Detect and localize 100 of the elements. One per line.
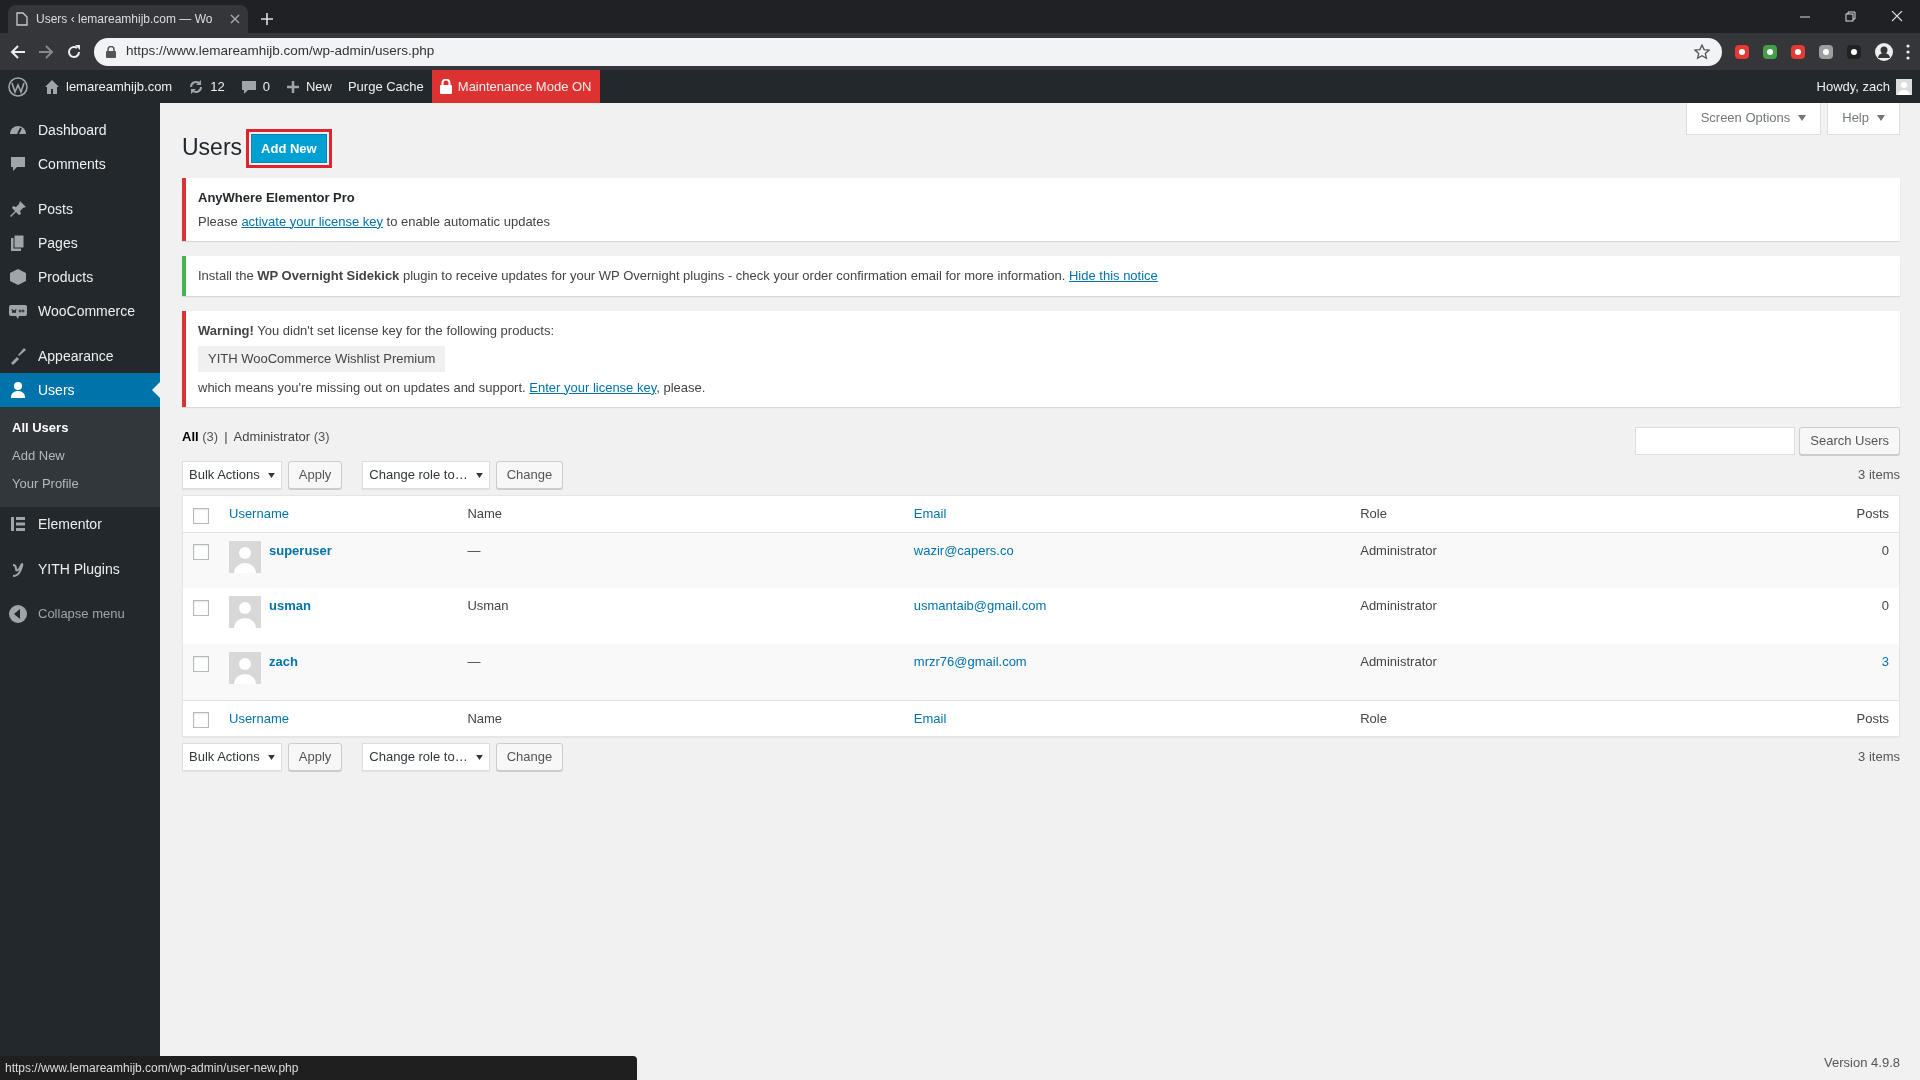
role-select[interactable]: Change role to… bbox=[362, 743, 490, 772]
lock-icon bbox=[106, 45, 116, 58]
filter-link[interactable]: All (3) bbox=[182, 427, 219, 447]
account-link[interactable]: Howdy, zach bbox=[1808, 70, 1920, 103]
bulk-actions-select[interactable]: Bulk Actions bbox=[182, 461, 282, 489]
change-button[interactable]: Change bbox=[495, 461, 564, 489]
avatar-icon bbox=[229, 596, 261, 629]
extension-icon[interactable] bbox=[1762, 43, 1778, 60]
apply-button[interactable]: Apply bbox=[287, 743, 343, 772]
extension-icon[interactable] bbox=[1846, 43, 1862, 60]
role-text: Administrator bbox=[1360, 542, 1437, 558]
close-icon[interactable] bbox=[230, 14, 240, 24]
maintenance-link[interactable]: Maintenance Mode ON bbox=[431, 70, 600, 103]
name-text: — bbox=[467, 542, 481, 558]
sidebar-item[interactable]: Products bbox=[0, 260, 160, 294]
sidebar-item[interactable]: Elementor bbox=[0, 507, 160, 541]
caret-icon bbox=[267, 754, 275, 760]
avatar-icon bbox=[229, 540, 261, 573]
posts-count: 0 bbox=[1881, 598, 1889, 614]
sidebar-item[interactable]: Users bbox=[0, 373, 160, 407]
status-url: https://www.lemareamhijb.com/wp-admin/user-new.php bbox=[0, 1056, 637, 1080]
address-link[interactable]: wazir@capers.co bbox=[913, 542, 1014, 558]
avatar-icon bbox=[229, 652, 261, 685]
filter-separator: | bbox=[224, 428, 228, 446]
notice-link[interactable]: Hide this notice bbox=[1068, 268, 1158, 283]
column-sort-link[interactable]: Username bbox=[229, 710, 289, 726]
address-link[interactable]: mrzr76@gmail.com bbox=[913, 654, 1027, 670]
extension-icon[interactable] bbox=[1734, 43, 1750, 60]
address-field[interactable]: https://www.lemareamhijb.com/wp-admin/users.php bbox=[94, 37, 1722, 66]
screen-options-tab[interactable]: Screen Options bbox=[1685, 103, 1822, 135]
notice-text: Warning! You didn't set license key for the following products: bbox=[198, 321, 556, 340]
sidebar-item[interactable]: Posts bbox=[0, 192, 160, 226]
notice-link[interactable]: activate your license key bbox=[241, 213, 383, 229]
apply-button[interactable]: Apply bbox=[287, 461, 343, 489]
sidebar-item[interactable]: Appearance bbox=[0, 339, 160, 373]
bulk-actions-select[interactable]: Bulk Actions bbox=[182, 743, 282, 772]
bars-icon bbox=[8, 514, 28, 534]
extension-icon[interactable] bbox=[1818, 43, 1834, 60]
updates-link[interactable]: 12 bbox=[180, 70, 233, 103]
lock-icon bbox=[439, 79, 452, 94]
address-link[interactable]: usmantaib@gmail.com bbox=[913, 598, 1047, 614]
submenu-item[interactable]: Add New bbox=[0, 442, 160, 470]
plus-icon bbox=[285, 79, 300, 94]
logo-icon[interactable] bbox=[8, 76, 28, 97]
browser-tab[interactable]: Users ‹ lemareamhijb.com — Wo bbox=[8, 5, 248, 33]
column-sort-link[interactable]: Email bbox=[913, 710, 947, 726]
item-count: 3 items bbox=[1858, 748, 1900, 767]
comments-link[interactable]: 0 bbox=[232, 70, 278, 103]
extension-icon[interactable] bbox=[1790, 43, 1806, 60]
submenu-item[interactable]: Your Profile bbox=[0, 470, 160, 498]
filter-link[interactable]: Administrator (3) bbox=[233, 427, 330, 447]
change-button[interactable]: Change bbox=[495, 743, 564, 772]
user-icon bbox=[8, 380, 28, 400]
select-all-checkbox[interactable] bbox=[193, 507, 209, 524]
collapse-menu-link[interactable]: Collapse menu bbox=[0, 597, 160, 631]
new-tab-icon[interactable] bbox=[260, 12, 274, 26]
search-button[interactable]: Search Users bbox=[1799, 427, 1900, 455]
column-header: Posts bbox=[1856, 710, 1889, 726]
updates-icon bbox=[188, 78, 205, 95]
search-field[interactable] bbox=[1635, 427, 1796, 455]
row-checkbox[interactable] bbox=[193, 655, 209, 672]
login-link[interactable]: usman bbox=[269, 596, 311, 629]
pin-icon bbox=[8, 199, 28, 219]
role-text: Administrator bbox=[1360, 598, 1437, 614]
column-sort-link[interactable]: Email bbox=[913, 506, 947, 521]
page-icon bbox=[16, 12, 28, 26]
caret-icon bbox=[1877, 114, 1885, 121]
product-tag: YITH WooCommerce Wishlist Premium bbox=[198, 346, 446, 372]
back-icon[interactable] bbox=[10, 43, 26, 60]
notice-text: Please activate your license key to enable automatic updates bbox=[198, 212, 551, 231]
sidebar-item[interactable]: YITH Plugins bbox=[0, 552, 160, 586]
reload-icon[interactable] bbox=[66, 43, 82, 60]
row-checkbox[interactable] bbox=[193, 544, 209, 561]
column-header: Role bbox=[1360, 506, 1387, 521]
submenu-item[interactable]: All Users bbox=[0, 414, 160, 442]
menu-icon[interactable] bbox=[1906, 43, 1910, 60]
star-icon[interactable] bbox=[1694, 43, 1710, 60]
role-select[interactable]: Change role to… bbox=[362, 461, 490, 489]
notice-text: which means you're missing out on updates and support. Enter your license key, please. bbox=[198, 378, 707, 397]
login-link[interactable]: zach bbox=[269, 652, 298, 685]
purge-cache-link[interactable]: Purge Cache bbox=[339, 70, 432, 103]
new-link[interactable]: New bbox=[277, 70, 340, 103]
caret-icon bbox=[1798, 114, 1807, 121]
sidebar-item[interactable]: Dashboard bbox=[0, 113, 160, 147]
help-tab[interactable]: Help bbox=[1827, 103, 1900, 135]
forward-icon[interactable] bbox=[38, 43, 54, 60]
posts-link[interactable]: 3 bbox=[1881, 654, 1889, 670]
column-sort-link[interactable]: Username bbox=[229, 506, 289, 521]
profile-icon[interactable] bbox=[1874, 41, 1894, 62]
home-icon bbox=[44, 78, 60, 95]
sidebar-item[interactable]: Comments bbox=[0, 147, 160, 181]
login-link[interactable]: superuser bbox=[269, 540, 332, 573]
column-header: Name bbox=[467, 506, 503, 521]
row-checkbox[interactable] bbox=[193, 599, 209, 616]
sidebar-item[interactable]: WooCommerce bbox=[0, 294, 160, 328]
select-all-checkbox[interactable] bbox=[193, 712, 209, 729]
sidebar-item[interactable]: Pages bbox=[0, 226, 160, 260]
speech-bubble-icon bbox=[8, 154, 28, 174]
site-link[interactable]: lemareamhijb.com bbox=[36, 70, 181, 103]
item-count: 3 items bbox=[1858, 466, 1900, 485]
